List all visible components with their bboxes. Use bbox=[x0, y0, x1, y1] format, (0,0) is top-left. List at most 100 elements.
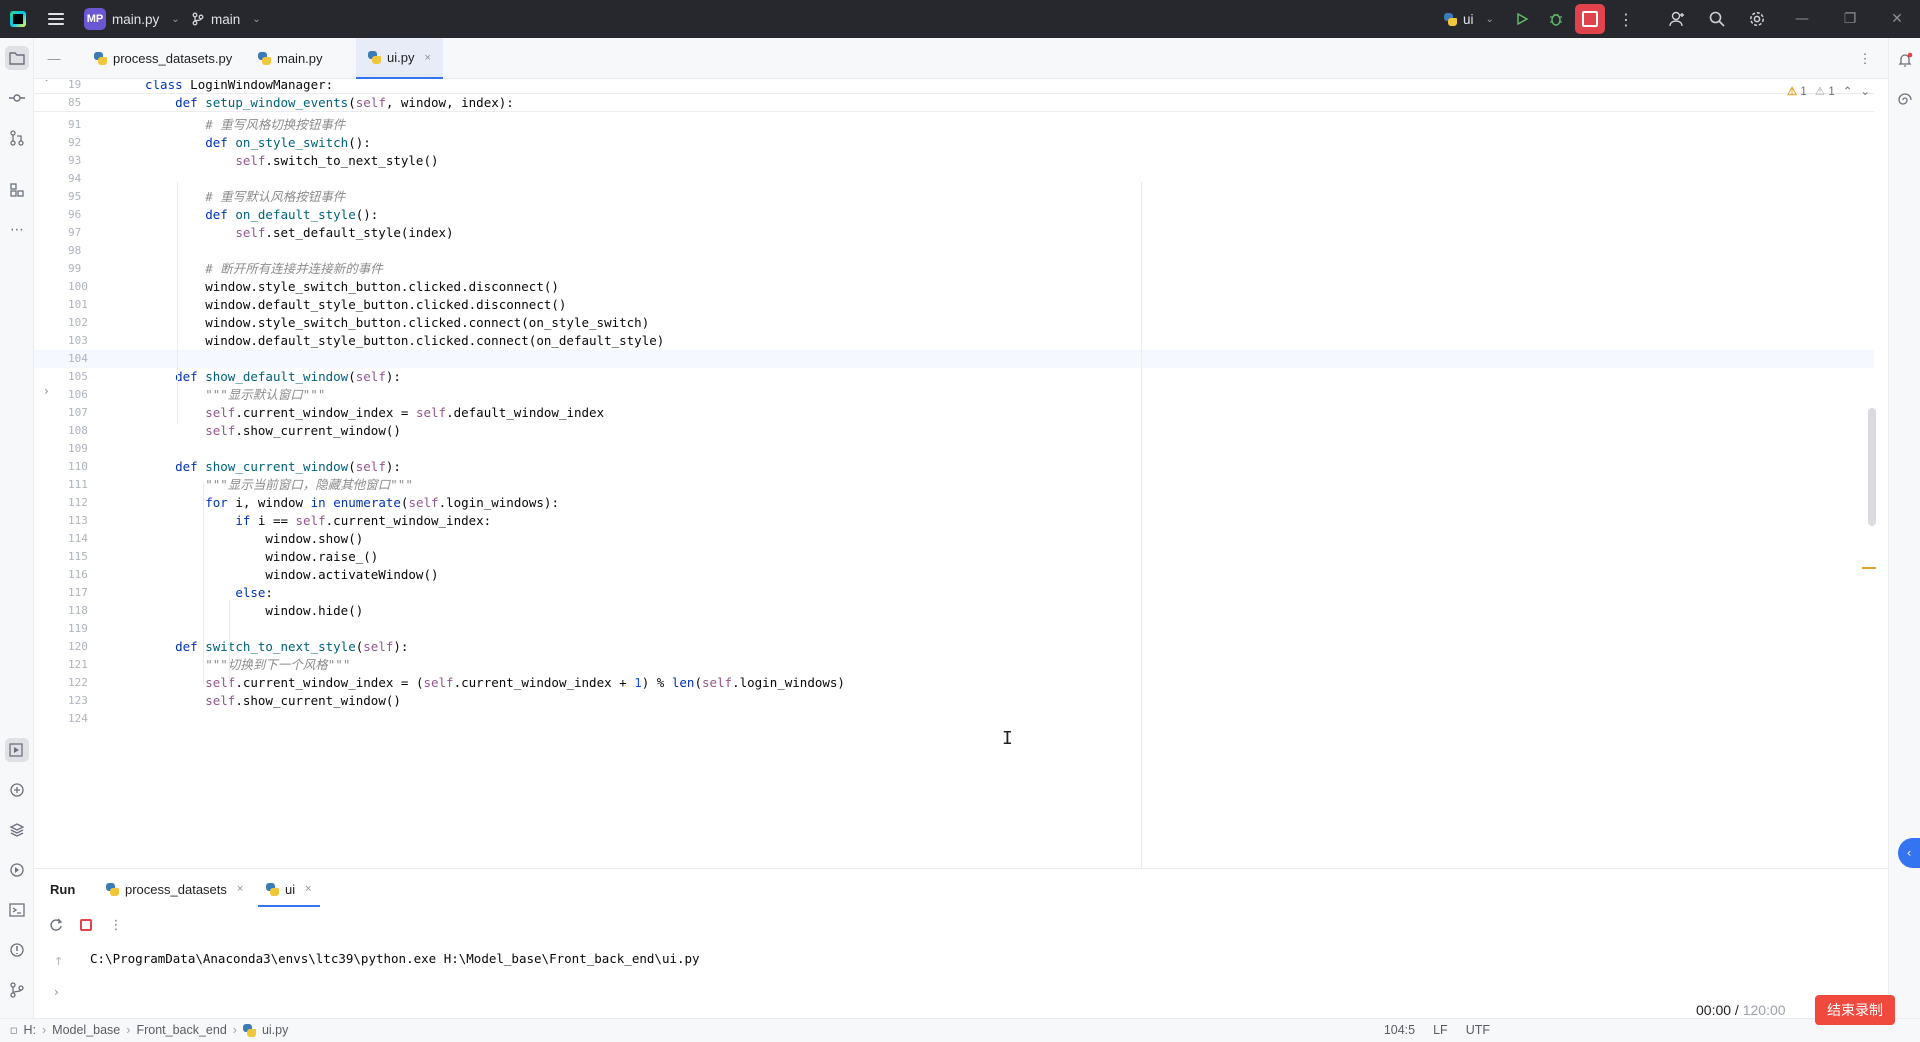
code-line[interactable]: 115 window.raise_() bbox=[34, 548, 1874, 566]
code-line[interactable]: 107 self.current_window_index = self.def… bbox=[34, 404, 1874, 422]
close-tab-icon[interactable]: × bbox=[305, 883, 311, 895]
code-line[interactable]: 118 window.hide() bbox=[34, 602, 1874, 620]
code-line[interactable]: 97 self.set_default_style(index) bbox=[34, 224, 1874, 242]
close-tab-icon[interactable]: × bbox=[424, 52, 430, 64]
debug-button[interactable] bbox=[1541, 4, 1571, 34]
stop-recording-button[interactable]: 结束录制 bbox=[1815, 995, 1895, 1025]
warning-stripe-marker[interactable] bbox=[1862, 567, 1876, 569]
code-line[interactable]: 100 window.style_switch_button.clicked.d… bbox=[34, 278, 1874, 296]
crumb-front-back-end[interactable]: Front_back_end bbox=[136, 1023, 226, 1037]
settings-button[interactable] bbox=[1742, 4, 1772, 34]
line-number: 95 bbox=[68, 190, 82, 203]
code-line[interactable]: 111 """显示当前窗口，隐藏其他窗口""" bbox=[34, 476, 1874, 494]
code-line[interactable]: 114 window.show() bbox=[34, 530, 1874, 548]
console-output[interactable]: C:\ProgramData\Anaconda3\envs\ltc39\pyth… bbox=[90, 951, 700, 966]
pull-requests-tool-button[interactable] bbox=[5, 126, 29, 150]
tab-ui[interactable]: ui.py × bbox=[356, 38, 443, 79]
stop-button[interactable] bbox=[1575, 4, 1605, 34]
commit-tool-button[interactable] bbox=[5, 86, 29, 110]
scroll-up-icon[interactable]: ↑ bbox=[54, 955, 63, 968]
code-text: window.raise_() bbox=[145, 549, 379, 564]
minimize-button[interactable]: — bbox=[1779, 0, 1825, 38]
code-line[interactable]: 96 def on_default_style(): bbox=[34, 206, 1874, 224]
code-line[interactable]: 101 window.default_style_button.clicked.… bbox=[34, 296, 1874, 314]
close-window-button[interactable]: ✕ bbox=[1874, 0, 1920, 38]
code-line[interactable]: 108 self.show_current_window() bbox=[34, 422, 1874, 440]
close-tab-icon[interactable]: × bbox=[237, 883, 243, 895]
search-button[interactable] bbox=[1702, 4, 1732, 34]
code-line[interactable]: 99 # 断开所有连接并连接新的事件 bbox=[34, 260, 1874, 278]
code-line[interactable]: 104 bbox=[34, 350, 1874, 368]
code-line[interactable]: 103 window.default_style_button.clicked.… bbox=[34, 332, 1874, 350]
expand-arrow-icon[interactable]: › bbox=[44, 384, 49, 398]
main-menu-button[interactable] bbox=[48, 0, 64, 38]
previous-highlight-icon[interactable]: ⌃ bbox=[1843, 84, 1853, 98]
code-line[interactable]: 106 """显示默认窗口""" bbox=[34, 386, 1874, 404]
code-line[interactable]: 121 """切换到下一个风格""" bbox=[34, 656, 1874, 674]
project-selector[interactable]: MP main.py ⌄ bbox=[84, 0, 180, 38]
file-encoding[interactable]: UTF bbox=[1466, 1023, 1490, 1037]
sticky-scroll-line[interactable]: 85 def setup_window_events(self, window,… bbox=[34, 94, 1874, 112]
fold-toggle-icon[interactable]: ⌄ bbox=[42, 80, 51, 84]
code-line[interactable]: 92 def on_style_switch(): bbox=[34, 134, 1874, 152]
code-line[interactable]: 112 for i, window in enumerate(self.logi… bbox=[34, 494, 1874, 512]
code-line[interactable]: 94 bbox=[34, 170, 1874, 188]
run-tool-button[interactable] bbox=[5, 738, 29, 762]
code-line[interactable]: 110 def show_current_window(self): bbox=[34, 458, 1874, 476]
code-line[interactable]: 105 def show_default_window(self): bbox=[34, 368, 1874, 386]
rerun-button[interactable] bbox=[48, 917, 64, 933]
more-tools-button[interactable]: ⋯ bbox=[5, 218, 29, 242]
code-line[interactable]: 113 if i == self.current_window_index: bbox=[34, 512, 1874, 530]
hide-panel-button[interactable]: — bbox=[34, 38, 74, 79]
ai-assistant-button[interactable] bbox=[1893, 88, 1917, 112]
code-text: self.set_default_style(index) bbox=[235, 225, 454, 240]
problems-tool-button[interactable] bbox=[5, 938, 29, 962]
run-tab-ui[interactable]: ui × bbox=[258, 869, 320, 909]
terminal-tool-button[interactable] bbox=[5, 898, 29, 922]
code-line[interactable]: 119 bbox=[34, 620, 1874, 638]
run-button[interactable] bbox=[1507, 4, 1537, 34]
sticky-scroll-line[interactable]: 19 class LoginWindowManager: bbox=[34, 80, 1874, 94]
code-line[interactable]: 123 self.show_current_window() bbox=[34, 692, 1874, 710]
code-line[interactable]: 109 bbox=[34, 440, 1874, 458]
inspection-widget[interactable]: ⚠ 1 ⚠ 1 ⌃ ⌄ bbox=[1787, 84, 1870, 98]
side-panel-handle[interactable]: ‹ bbox=[1898, 838, 1920, 868]
code-line[interactable]: 117 else: bbox=[34, 584, 1874, 602]
tab-options-button[interactable]: ⋮ bbox=[1850, 38, 1880, 79]
crumb-drive[interactable]: H: bbox=[23, 1023, 36, 1037]
tab-main[interactable]: main.py bbox=[244, 38, 337, 79]
code-line[interactable]: 122 self.current_window_index = (self.cu… bbox=[34, 674, 1874, 692]
code-line[interactable]: 93 self.switch_to_next_style() bbox=[34, 152, 1874, 170]
tab-process-datasets[interactable]: process_datasets.py bbox=[80, 38, 246, 79]
code-line[interactable]: 98 bbox=[34, 242, 1874, 260]
layers-tool-button[interactable] bbox=[5, 818, 29, 842]
maximize-button[interactable]: ❐ bbox=[1827, 0, 1873, 38]
next-highlight-icon[interactable]: ⌄ bbox=[1860, 84, 1870, 98]
caret-position[interactable]: 104:5 bbox=[1384, 1023, 1415, 1037]
code-line[interactable]: 95 # 重写默认风格按钮事件 bbox=[34, 188, 1874, 206]
expand-arrow-icon[interactable]: › bbox=[54, 985, 59, 999]
code-line[interactable]: 91 # 重写风格切换按钮事件 bbox=[34, 116, 1874, 134]
crumb-file[interactable]: ui.py bbox=[262, 1023, 288, 1037]
git-tool-button[interactable] bbox=[5, 978, 29, 1002]
code-line[interactable]: 124 bbox=[34, 710, 1874, 728]
code-editor[interactable]: 91 # 重写风格切换按钮事件 92 def on_style_switch():… bbox=[34, 80, 1888, 868]
project-tool-button[interactable] bbox=[5, 46, 29, 70]
run-tab-process-datasets[interactable]: process_datasets × bbox=[106, 869, 243, 909]
notifications-button[interactable] bbox=[1893, 48, 1917, 72]
stop-run-button[interactable] bbox=[78, 917, 94, 933]
editor-scrollbar[interactable] bbox=[1868, 408, 1876, 526]
code-line[interactable]: 120 def switch_to_next_style(self): bbox=[34, 638, 1874, 656]
add-user-button[interactable] bbox=[1662, 4, 1692, 34]
crumb-model-base[interactable]: Model_base bbox=[52, 1023, 120, 1037]
services-tool-button[interactable] bbox=[5, 858, 29, 882]
run-more-button[interactable]: ⋮ bbox=[108, 917, 124, 933]
structure-tool-button[interactable] bbox=[5, 178, 29, 202]
more-actions-button[interactable]: ⋮ bbox=[1611, 4, 1641, 34]
code-line[interactable]: 102 window.style_switch_button.clicked.c… bbox=[34, 314, 1874, 332]
branch-selector[interactable]: main ⌄ bbox=[191, 0, 261, 38]
line-separator[interactable]: LF bbox=[1433, 1023, 1448, 1037]
python-packages-tool-button[interactable] bbox=[5, 778, 29, 802]
code-line[interactable]: 116 window.activateWindow() bbox=[34, 566, 1874, 584]
run-config-selector[interactable]: ui ⌄ bbox=[1444, 0, 1494, 38]
